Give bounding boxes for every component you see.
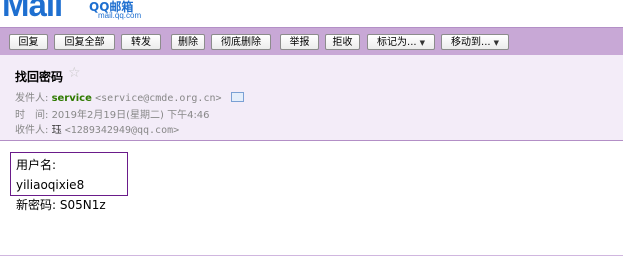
time-value: 2019年2月19日(星期二) 下午4:46: [51, 110, 210, 121]
contact-card-icon[interactable]: [230, 92, 244, 102]
star-icon[interactable]: ☆: [68, 65, 81, 81]
reject-button[interactable]: 拒收: [325, 34, 360, 50]
mail-header: 找回密码 ☆ 发件人: service <service@cmde.org.cn…: [0, 55, 623, 141]
sender-row: 发件人: service <service@cmde.org.cn>: [15, 89, 244, 104]
reply-all-button[interactable]: 回复全部: [54, 34, 115, 50]
delete-permanently-button[interactable]: 彻底删除: [211, 34, 271, 50]
recipient-email: <1289342949@qq.com>: [64, 125, 180, 136]
mail-toolbar: 回复 回复全部 转发 删除 彻底删除 举报 拒收 标记为... ▼ 移动到... ▼: [0, 27, 623, 56]
divider: [0, 255, 623, 256]
recipient-row: 收件人: 珏 <1289342949@qq.com>: [15, 121, 179, 136]
dropdown-arrow-icon: ▼: [419, 39, 425, 47]
mark-as-label: 标记为...: [377, 37, 417, 48]
move-to-label: 移动到...: [451, 37, 491, 48]
username-line: 用户名: yiliaoqixie8: [16, 158, 85, 192]
forward-button[interactable]: 转发: [121, 34, 161, 50]
move-to-dropdown[interactable]: 移动到... ▼: [441, 34, 509, 50]
time-label: 时 间:: [15, 110, 49, 121]
sender-name[interactable]: service: [52, 93, 92, 104]
qq-mail-logo: Mail QQ邮箱 mail.qq.com: [0, 0, 623, 22]
dropdown-arrow-icon: ▼: [493, 39, 499, 47]
mail-subject: 找回密码: [15, 70, 64, 84]
delete-button[interactable]: 删除: [171, 34, 205, 50]
sender-label: 发件人:: [15, 93, 49, 104]
sender-email: <service@cmde.org.cn>: [95, 93, 222, 104]
mark-as-dropdown[interactable]: 标记为... ▼: [367, 34, 435, 50]
password-line: 新密码: S05N1z: [16, 198, 106, 212]
reply-button[interactable]: 回复: [9, 34, 48, 50]
mail-logo-text: Mail: [2, 0, 63, 22]
time-row: 时 间: 2019年2月19日(星期二) 下午4:46: [15, 106, 210, 121]
brand-domain: mail.qq.com: [98, 11, 142, 20]
recipient-label: 收件人:: [15, 125, 49, 136]
report-button[interactable]: 举报: [280, 34, 319, 50]
recipient-name[interactable]: 珏: [52, 125, 62, 136]
mail-body: 用户名: yiliaoqixie8 新密码: S05N1z: [10, 152, 128, 212]
